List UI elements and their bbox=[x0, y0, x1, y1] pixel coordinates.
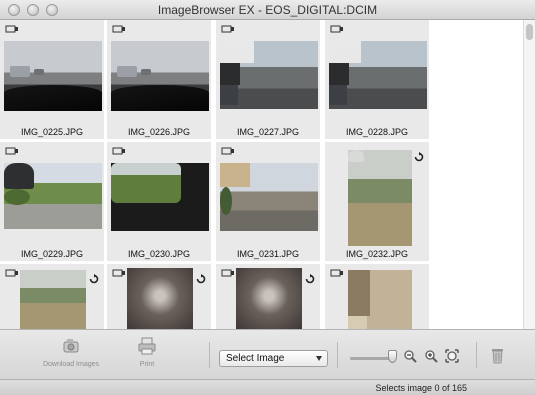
thumbnail-cell[interactable]: IMG_0230.JPG bbox=[107, 142, 212, 261]
thumbnail-cell[interactable] bbox=[0, 264, 105, 329]
fit-to-window-icon[interactable] bbox=[445, 349, 459, 363]
thumbnail-grid: IMG_0225.JPG IMG_0226.JPG IMG_0227.JPG I… bbox=[0, 20, 523, 329]
thumbnail-image[interactable] bbox=[4, 41, 102, 111]
dropdown-arrow-icon bbox=[316, 356, 322, 361]
toolbar-divider bbox=[337, 342, 338, 368]
thumbnail-cell[interactable]: IMG_0232.JPG bbox=[325, 142, 430, 261]
camera-icon bbox=[221, 25, 234, 33]
window-title: ImageBrowser EX - EOS_DIGITAL:DCIM bbox=[157, 3, 378, 17]
thumbnail-filename: IMG_0226.JPG bbox=[127, 127, 191, 137]
thumbnail-cell[interactable] bbox=[325, 264, 430, 329]
zoom-out-icon[interactable] bbox=[403, 349, 417, 363]
toolbar-divider bbox=[476, 342, 477, 368]
thumbnail-image[interactable] bbox=[111, 163, 209, 231]
thumbnail-filename: IMG_0230.JPG bbox=[127, 249, 191, 259]
trash-icon[interactable] bbox=[491, 347, 504, 364]
camera-icon bbox=[5, 269, 18, 277]
camera-icon bbox=[221, 269, 234, 277]
thumbnail-cell[interactable]: IMG_0228.JPG bbox=[325, 20, 430, 139]
printer-icon bbox=[138, 337, 156, 355]
thumbnail-cell[interactable]: IMG_0227.JPG bbox=[216, 20, 321, 139]
selection-status: Selects image 0 of 165 bbox=[375, 383, 467, 393]
scrollbar-thumb[interactable] bbox=[526, 24, 533, 40]
thumbnail-image[interactable] bbox=[127, 268, 193, 329]
rotate-icon[interactable] bbox=[89, 274, 99, 284]
camera-icon bbox=[112, 269, 125, 277]
thumbnail-cell[interactable]: IMG_0229.JPG bbox=[0, 142, 105, 261]
thumbnail-filename: IMG_0227.JPG bbox=[236, 127, 300, 137]
bottom-toolbar: Download Images Print Select Image bbox=[0, 329, 535, 379]
camera-icon bbox=[112, 147, 125, 155]
camera-icon bbox=[330, 269, 343, 277]
camera-icon bbox=[5, 147, 18, 155]
thumbnail-image[interactable] bbox=[111, 41, 209, 111]
rotate-icon[interactable] bbox=[414, 152, 424, 162]
select-image-value: Select Image bbox=[226, 353, 285, 364]
thumbnail-filename: IMG_0228.JPG bbox=[345, 127, 409, 137]
rotate-icon[interactable] bbox=[196, 274, 206, 284]
thumbnail-image[interactable] bbox=[4, 163, 102, 229]
camera-icon bbox=[112, 25, 125, 33]
thumbnail-cell[interactable]: IMG_0225.JPG bbox=[0, 20, 105, 139]
thumbnail-image[interactable] bbox=[220, 41, 318, 109]
thumbnail-filename: IMG_0231.JPG bbox=[236, 249, 300, 259]
thumbnail-filename: IMG_0232.JPG bbox=[345, 249, 409, 259]
thumbnail-image[interactable] bbox=[329, 41, 427, 109]
print-label: Print bbox=[139, 361, 155, 368]
thumbnail-image[interactable] bbox=[348, 270, 412, 329]
thumbnail-filename: IMG_0229.JPG bbox=[20, 249, 84, 259]
title-bar: ImageBrowser EX - EOS_DIGITAL:DCIM bbox=[0, 0, 535, 20]
zoom-in-icon[interactable] bbox=[424, 349, 438, 363]
vertical-scrollbar[interactable] bbox=[523, 20, 535, 329]
thumbnail-image[interactable] bbox=[236, 268, 302, 329]
thumbnail-cell[interactable]: IMG_0231.JPG bbox=[216, 142, 321, 261]
download-images-label: Download Images bbox=[42, 361, 100, 368]
thumbnail-cell[interactable]: IMG_0226.JPG bbox=[107, 20, 212, 139]
slider-knob[interactable] bbox=[388, 350, 397, 363]
camera-icon bbox=[221, 147, 234, 155]
camera-icon bbox=[330, 25, 343, 33]
download-images-button[interactable]: Download Images bbox=[40, 336, 102, 368]
thumbnail-image[interactable] bbox=[220, 163, 318, 231]
thumbnail-image[interactable] bbox=[20, 270, 86, 329]
thumbnail-filename: IMG_0225.JPG bbox=[20, 127, 84, 137]
thumbnail-image[interactable] bbox=[348, 150, 412, 246]
thumbnail-cell[interactable] bbox=[216, 264, 321, 329]
thumbnail-cell[interactable] bbox=[107, 264, 212, 329]
download-camera-icon bbox=[63, 339, 79, 353]
camera-icon bbox=[5, 25, 18, 33]
rotate-icon[interactable] bbox=[305, 274, 315, 284]
app-window: ImageBrowser EX - EOS_DIGITAL:DCIM IMG_0… bbox=[0, 0, 535, 395]
print-button[interactable]: Print bbox=[130, 336, 164, 368]
select-image-dropdown[interactable]: Select Image bbox=[219, 350, 328, 367]
toolbar-divider bbox=[209, 342, 210, 368]
status-bar: Selects image 0 of 165 bbox=[0, 379, 535, 395]
